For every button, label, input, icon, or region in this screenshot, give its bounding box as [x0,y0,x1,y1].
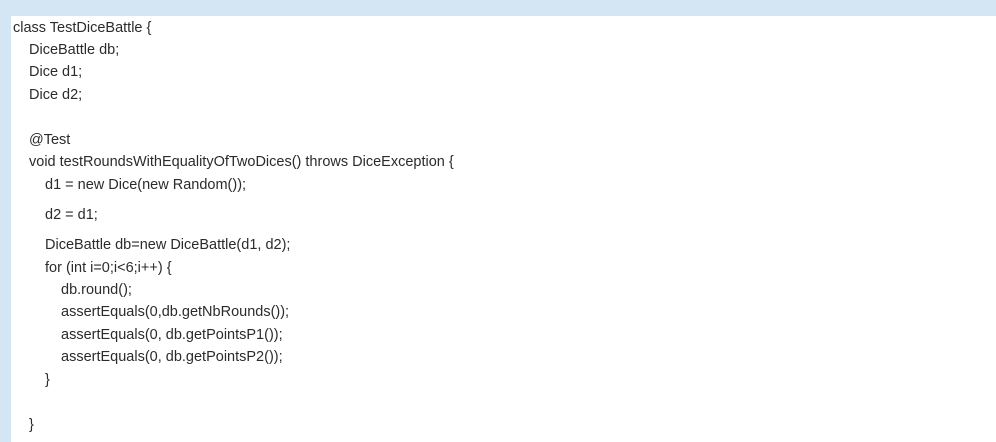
code-line: assertEquals(0, db.getPointsP1()); [61,327,283,343]
left-border-strip [0,0,11,442]
code-line: DiceBattle db; [29,42,120,58]
code-line: d2 = d1; [45,207,98,223]
code-line: db.round(); [61,282,132,298]
code-line: @Test [29,132,71,148]
code-line: for (int i=0;i<6;i++) { [45,260,172,276]
top-border-strip [0,0,996,16]
code-line: Dice d1; [29,64,83,80]
code-block: class TestDiceBattle { DiceBattle db; Di… [11,16,996,442]
code-line: class TestDiceBattle { [13,20,152,36]
code-line: d1 = new Dice(new Random()); [45,177,247,193]
code-line: } [29,417,34,433]
code-line: assertEquals(0, db.getPointsP2()); [61,349,283,365]
code-line: void testRoundsWithEqualityOfTwoDices() … [29,154,454,170]
code-line: } [45,372,50,388]
code-line: DiceBattle db=new DiceBattle(d1, d2); [45,237,291,253]
code-line: assertEquals(0,db.getNbRounds()); [61,304,290,320]
code-line: Dice d2; [29,87,83,103]
